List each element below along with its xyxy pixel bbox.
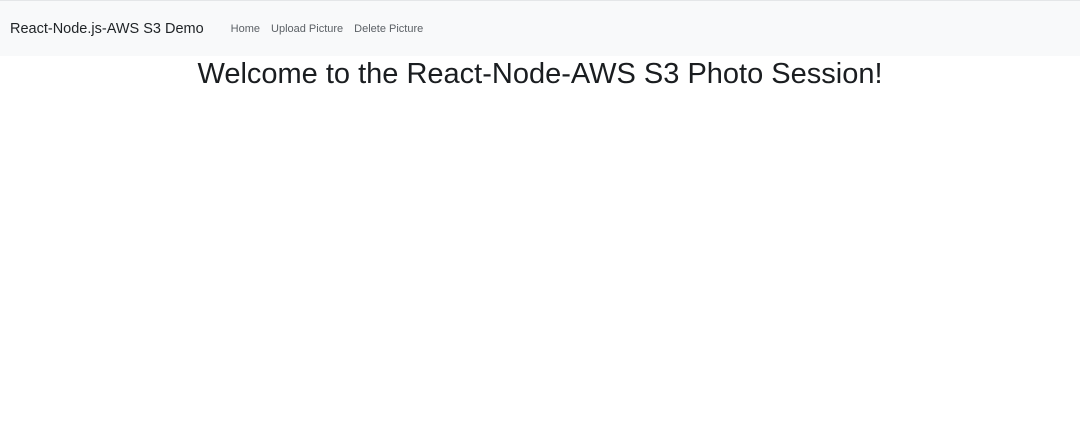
main-content: Welcome to the React-Node-AWS S3 Photo S…	[0, 56, 1080, 91]
nav-links: Home Upload Picture Delete Picture	[231, 23, 435, 35]
nav-link-upload-picture[interactable]: Upload Picture	[271, 23, 343, 35]
navbar-brand[interactable]: React-Node.js-AWS S3 Demo	[10, 21, 204, 37]
nav-link-home[interactable]: Home	[231, 23, 260, 35]
navbar: React-Node.js-AWS S3 Demo Home Upload Pi…	[0, 1, 1080, 56]
nav-link-delete-picture[interactable]: Delete Picture	[354, 23, 423, 35]
page-title: Welcome to the React-Node-AWS S3 Photo S…	[197, 58, 883, 90]
